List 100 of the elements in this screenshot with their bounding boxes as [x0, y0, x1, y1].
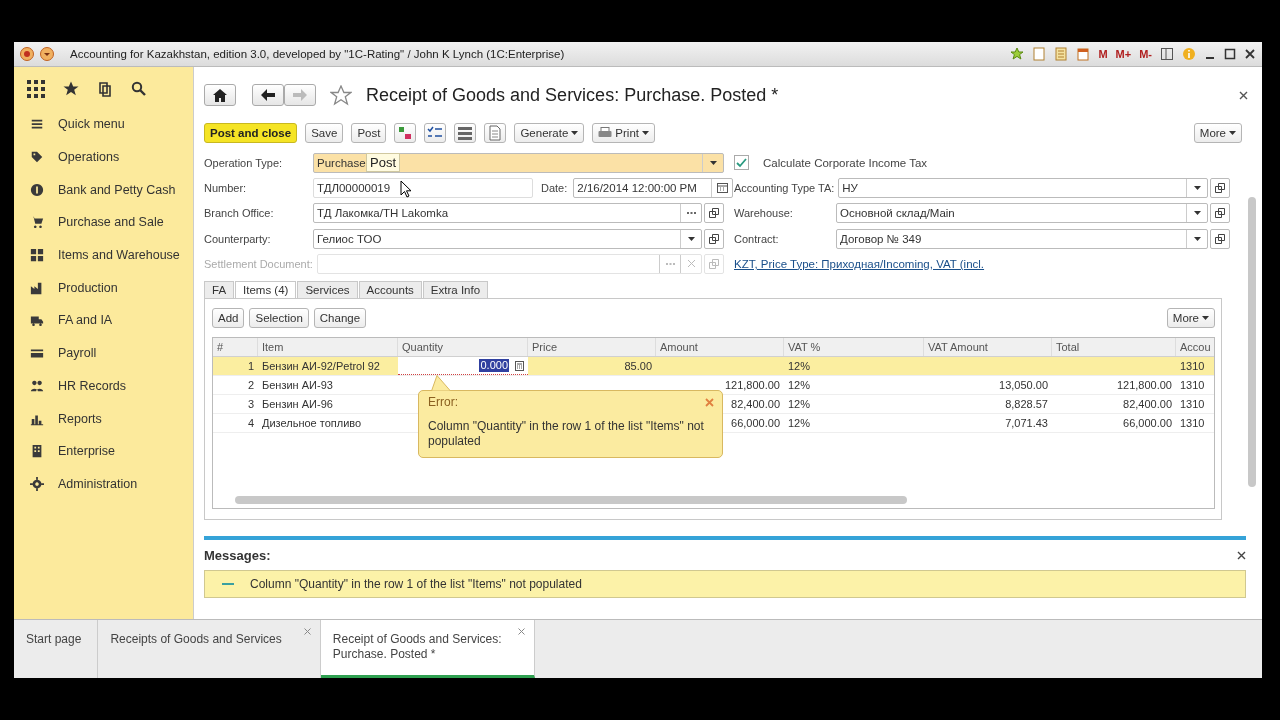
- table-cell: 8,828.57: [1005, 398, 1048, 411]
- memory-button[interactable]: M: [1098, 48, 1108, 60]
- post-and-close-button[interactable]: Post and close: [204, 123, 298, 143]
- checkbox[interactable]: [734, 155, 749, 171]
- caret-icon[interactable]: [1193, 211, 1201, 216]
- menu-caret-icon[interactable]: [40, 47, 54, 61]
- branch-office-field[interactable]: ТД Лакомка/ТН Lakomka: [313, 203, 702, 224]
- accounting-type-field[interactable]: НУ: [838, 177, 1208, 198]
- sidebar-item[interactable]: Administration: [58, 476, 138, 491]
- open-tab[interactable]: Start page: [14, 620, 99, 678]
- calendar-icon[interactable]: [716, 182, 728, 193]
- star-icon[interactable]: [330, 84, 352, 106]
- open-button[interactable]: [1210, 177, 1230, 198]
- toolbar-button[interactable]: Save: [305, 123, 344, 143]
- column-header[interactable]: Quantity: [398, 338, 528, 357]
- checklist-button[interactable]: [424, 123, 447, 143]
- sidebar-item[interactable]: Quick menu: [58, 117, 125, 132]
- column-header[interactable]: Accou: [1176, 338, 1214, 357]
- memory-button[interactable]: M+: [1115, 48, 1132, 60]
- sidebar-item[interactable]: Operations: [58, 150, 120, 165]
- toolbar-button[interactable]: Post: [351, 123, 387, 143]
- calendar-icon[interactable]: [1076, 47, 1091, 61]
- table-button[interactable]: Selection: [249, 308, 309, 329]
- table-row[interactable]: 1 Бензин АИ-92/Petrol 92 0.000 85.00 12% 1310: [213, 357, 1214, 377]
- windows-icon: [709, 208, 719, 219]
- operation-type-field[interactable]: Purchase Post: [313, 152, 724, 173]
- column-header[interactable]: Amount: [656, 338, 784, 357]
- date-field[interactable]: 2/16/2014 12:00:00 PM: [573, 177, 734, 198]
- open-tab[interactable]: Receipt of Goods and Services: Purchase. Posted *: [320, 620, 535, 678]
- column-header[interactable]: Total: [1052, 338, 1176, 357]
- column-header[interactable]: Item: [258, 338, 398, 357]
- open-tab[interactable]: Receipts of Goods and Services: [98, 620, 321, 678]
- tab[interactable]: FA: [204, 281, 235, 299]
- document-title: Receipt of Goods and Services: Purchase. Posted *: [366, 84, 779, 106]
- panel-icon[interactable]: [1160, 47, 1174, 61]
- table-cell: 13,050.00: [999, 379, 1048, 392]
- message-row[interactable]: Column "Quantity" in the row 1 of the list "Items" not populated: [204, 570, 1246, 599]
- open-button[interactable]: [704, 203, 724, 224]
- more-button[interactable]: More: [1193, 123, 1242, 143]
- window-title: Accounting for Kazakhstan, edition 3.0, developed by "1C-Rating" / John K Lynch (1C:Enterprise): [70, 48, 565, 60]
- windows-icon: [709, 233, 719, 244]
- star-icon[interactable]: [1010, 47, 1025, 61]
- column-header[interactable]: Price: [528, 338, 656, 357]
- back-button[interactable]: [252, 84, 284, 106]
- sidebar-item[interactable]: Enterprise: [58, 444, 115, 459]
- sidebar-item[interactable]: HR Records: [58, 378, 127, 393]
- table-cell: 1310: [1180, 360, 1205, 373]
- star-icon[interactable]: [63, 81, 79, 97]
- contract-field[interactable]: Договор № 349: [836, 228, 1208, 249]
- memory-button[interactable]: M-: [1139, 48, 1152, 60]
- open-button[interactable]: [1210, 228, 1230, 249]
- more-button[interactable]: More: [1166, 308, 1215, 329]
- table-cell: 1: [247, 360, 254, 373]
- warehouse-field[interactable]: Основной склад/Main: [836, 203, 1208, 224]
- number-field[interactable]: ТДЛ00000019: [313, 177, 533, 198]
- field-label: Warehouse:: [734, 207, 794, 220]
- counterparty-field[interactable]: Гелиос ТОО: [313, 228, 702, 249]
- field-label: Date:: [541, 181, 568, 194]
- close-icon[interactable]: [1239, 90, 1248, 100]
- column-header[interactable]: #: [213, 338, 258, 357]
- table-cell: 66,000.00: [1123, 417, 1172, 430]
- menu-button[interactable]: Print: [592, 123, 655, 143]
- calculator-icon[interactable]: [515, 361, 524, 371]
- caret-icon[interactable]: [709, 160, 717, 165]
- apps-icon[interactable]: [27, 80, 45, 98]
- close-icon[interactable]: [1237, 551, 1246, 560]
- ellipsis-icon[interactable]: [686, 212, 696, 215]
- table-cell: Бензин АИ-93: [262, 379, 333, 392]
- list-view-button[interactable]: [454, 123, 477, 143]
- sidebar-item[interactable]: Items and Warehouse: [58, 248, 180, 263]
- windows-icon: [709, 258, 719, 269]
- tab[interactable]: Items (4): [235, 281, 297, 299]
- sidebar-item[interactable]: Payroll: [58, 346, 97, 361]
- app-logo-icon[interactable]: [20, 47, 34, 61]
- column-header[interactable]: VAT %: [784, 338, 924, 357]
- menu-button[interactable]: Generate: [514, 123, 585, 143]
- caret-icon[interactable]: [1193, 236, 1201, 241]
- price-type-link[interactable]: KZT, Price Type: Приходная/Incoming, VAT (incl.: [734, 257, 985, 270]
- sidebar-item[interactable]: Purchase and Sale: [58, 215, 164, 230]
- close-icon[interactable]: [1244, 48, 1256, 60]
- column-header[interactable]: VAT Amount: [924, 338, 1052, 357]
- quantity-input[interactable]: 0.000: [479, 359, 509, 373]
- open-button[interactable]: [1210, 203, 1230, 224]
- caret-icon[interactable]: [1193, 185, 1201, 190]
- maximize-icon[interactable]: [1224, 48, 1236, 60]
- debit-credit-button[interactable]: [394, 123, 417, 143]
- table-button[interactable]: Add: [212, 308, 245, 329]
- sidebar-item[interactable]: Bank and Petty Cash: [58, 182, 176, 197]
- open-button[interactable]: [704, 228, 724, 249]
- document-icon: [489, 125, 502, 141]
- search-icon[interactable]: [131, 81, 147, 97]
- table-button[interactable]: Change: [313, 308, 367, 329]
- caret-icon[interactable]: [687, 236, 695, 241]
- sidebar-item[interactable]: Production: [58, 280, 118, 295]
- sidebar-item[interactable]: Reports: [58, 411, 102, 426]
- tab[interactable]: Extra Info: [422, 281, 489, 299]
- tab[interactable]: Accounts: [358, 281, 422, 299]
- sidebar-item[interactable]: FA and IA: [58, 313, 113, 328]
- tab[interactable]: Services: [297, 281, 358, 299]
- home-button[interactable]: [204, 84, 236, 106]
